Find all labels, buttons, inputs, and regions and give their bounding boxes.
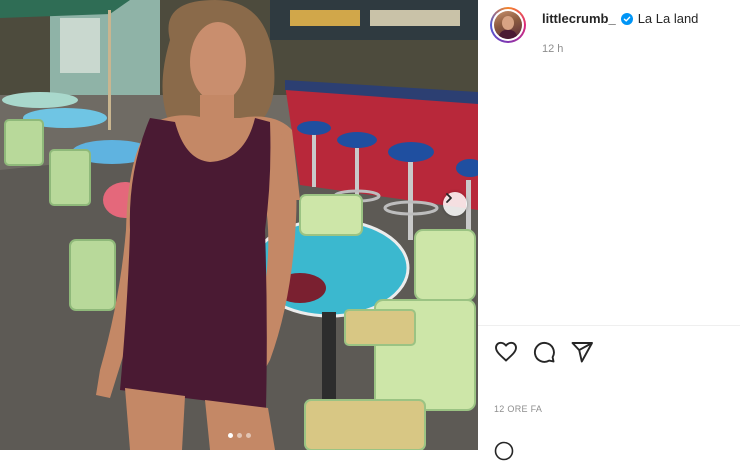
comment-button[interactable] — [532, 340, 556, 364]
verified-badge-icon — [620, 12, 633, 25]
heart-icon — [495, 341, 517, 362]
carousel-dot — [236, 433, 242, 438]
carousel-next-button[interactable] — [443, 192, 467, 216]
emoji-icon[interactable] — [494, 441, 514, 461]
post-time-ago[interactable]: 12 ORE FA — [494, 404, 542, 414]
location-link[interactable]: La La land — [638, 11, 699, 26]
actions-divider — [478, 325, 740, 326]
like-button[interactable] — [494, 340, 518, 364]
share-button[interactable] — [570, 340, 594, 364]
carousel-indicator — [0, 433, 478, 438]
post-media[interactable] — [0, 0, 478, 450]
action-bar — [494, 340, 594, 364]
avatar-image — [494, 11, 522, 39]
send-icon — [571, 342, 593, 363]
chevron-right-icon — [446, 193, 452, 203]
post-header: littlecrumb_ La La land — [542, 11, 698, 26]
post-time-short[interactable]: 12 h — [542, 43, 563, 55]
carousel-dot — [227, 433, 233, 438]
post-photo — [0, 0, 478, 450]
avatar[interactable] — [490, 7, 526, 43]
username-link[interactable]: littlecrumb_ — [542, 11, 616, 26]
post-side-panel: littlecrumb_ La La land 12 h 12 ORE FA — [478, 0, 740, 461]
comment-icon — [533, 341, 555, 363]
carousel-dot — [245, 433, 251, 438]
